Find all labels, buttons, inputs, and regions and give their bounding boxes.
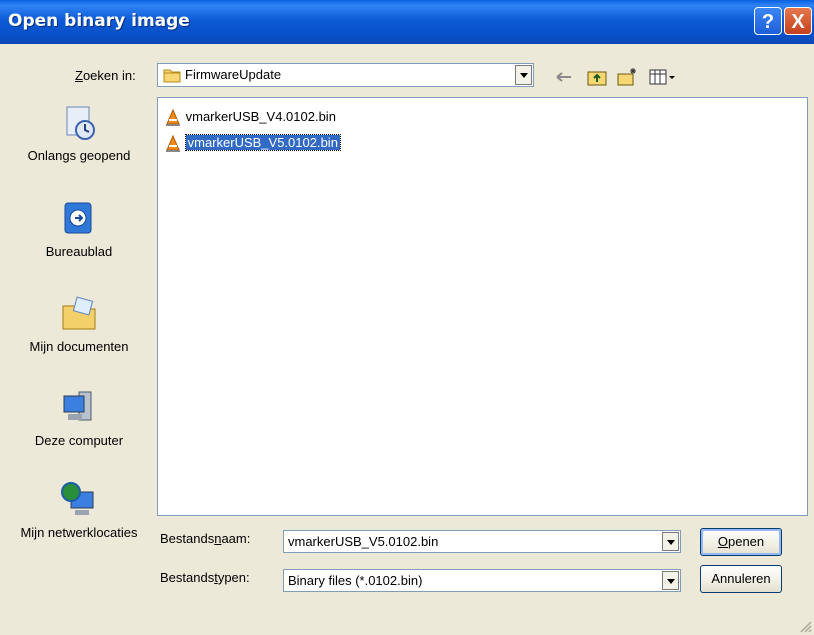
view-menu-button[interactable]	[648, 66, 678, 88]
place-my-documents[interactable]: Mijn documenten	[16, 294, 142, 355]
close-button[interactable]: X	[784, 7, 812, 35]
resize-grip-icon[interactable]	[798, 619, 812, 633]
filetype-label-post: ypen:	[217, 570, 250, 585]
up-folder-button[interactable]	[586, 66, 608, 88]
filetype-value: Binary files (*.0102.bin)	[288, 573, 423, 588]
file-list[interactable]: vmarkerUSB_V4.0102.bin vmarkerUSB_V5.010…	[157, 97, 808, 516]
place-recent[interactable]: Onlangs geopend	[16, 103, 142, 164]
look-in-combo[interactable]: FirmwareUpdate	[157, 63, 534, 87]
look-in-value: FirmwareUpdate	[185, 67, 282, 82]
filename-label-post: aam:	[221, 531, 251, 546]
back-button[interactable]	[553, 66, 575, 88]
filename-input[interactable]: vmarkerUSB_V5.0102.bin	[283, 530, 681, 553]
filetype-label: Bestandstypen:	[160, 570, 250, 585]
desktop-icon	[64, 202, 92, 234]
title-bar[interactable]: Open binary image ? X	[0, 0, 814, 44]
new-folder-icon	[617, 68, 636, 86]
place-desktop-label: Bureaublad	[45, 244, 113, 259]
new-folder-button[interactable]	[616, 66, 638, 88]
open-accel: O	[717, 534, 728, 549]
help-button[interactable]: ?	[754, 7, 782, 35]
window-title: Open binary image	[8, 11, 190, 31]
look-in-dropdown-button[interactable]	[515, 65, 532, 85]
open-label: penen	[727, 534, 765, 549]
place-my-computer[interactable]: Deze computer	[16, 388, 142, 449]
view-menu-icon	[649, 69, 675, 85]
file-item-selected[interactable]: vmarkerUSB_V5.0102.bin	[164, 133, 341, 153]
filetype-label-pre: Bestands	[160, 570, 215, 585]
open-button[interactable]: Openen	[700, 528, 782, 556]
file-name: vmarkerUSB_V5.0102.bin	[184, 134, 341, 151]
look-in-label: Zoeken in:	[75, 68, 136, 83]
filename-value: vmarkerUSB_V5.0102.bin	[288, 534, 439, 549]
my-computer-icon	[63, 391, 92, 421]
place-network-label: Mijn netwerklocaties	[20, 525, 138, 540]
place-desktop[interactable]: Bureaublad	[16, 199, 142, 260]
vlc-cone-icon	[166, 108, 180, 126]
folder-icon	[163, 67, 181, 86]
network-places-icon	[61, 482, 94, 515]
back-arrow-icon	[556, 72, 571, 82]
place-my-documents-label: Mijn documenten	[29, 339, 129, 354]
place-recent-label: Onlangs geopend	[27, 148, 131, 163]
my-documents-icon	[62, 296, 96, 330]
file-item[interactable]: vmarkerUSB_V4.0102.bin	[164, 107, 336, 127]
look-in-accel: Z	[75, 68, 83, 83]
filename-dropdown-button[interactable]	[662, 532, 679, 551]
up-folder-icon	[587, 71, 607, 86]
filename-label-pre: Bestands	[160, 531, 215, 546]
filename-label: Bestandsnaam:	[160, 531, 250, 546]
cancel-button[interactable]: Annuleren	[700, 565, 782, 593]
look-in-label-text: oeken in:	[82, 68, 136, 83]
place-network[interactable]: Mijn netwerklocaties	[16, 480, 142, 541]
recent-icon	[66, 106, 95, 140]
vlc-cone-icon	[166, 134, 180, 152]
file-name: vmarkerUSB_V4.0102.bin	[185, 109, 336, 124]
place-my-computer-label: Deze computer	[34, 433, 124, 448]
filetype-select[interactable]: Binary files (*.0102.bin)	[283, 569, 681, 592]
filetype-dropdown-button[interactable]	[662, 571, 679, 590]
